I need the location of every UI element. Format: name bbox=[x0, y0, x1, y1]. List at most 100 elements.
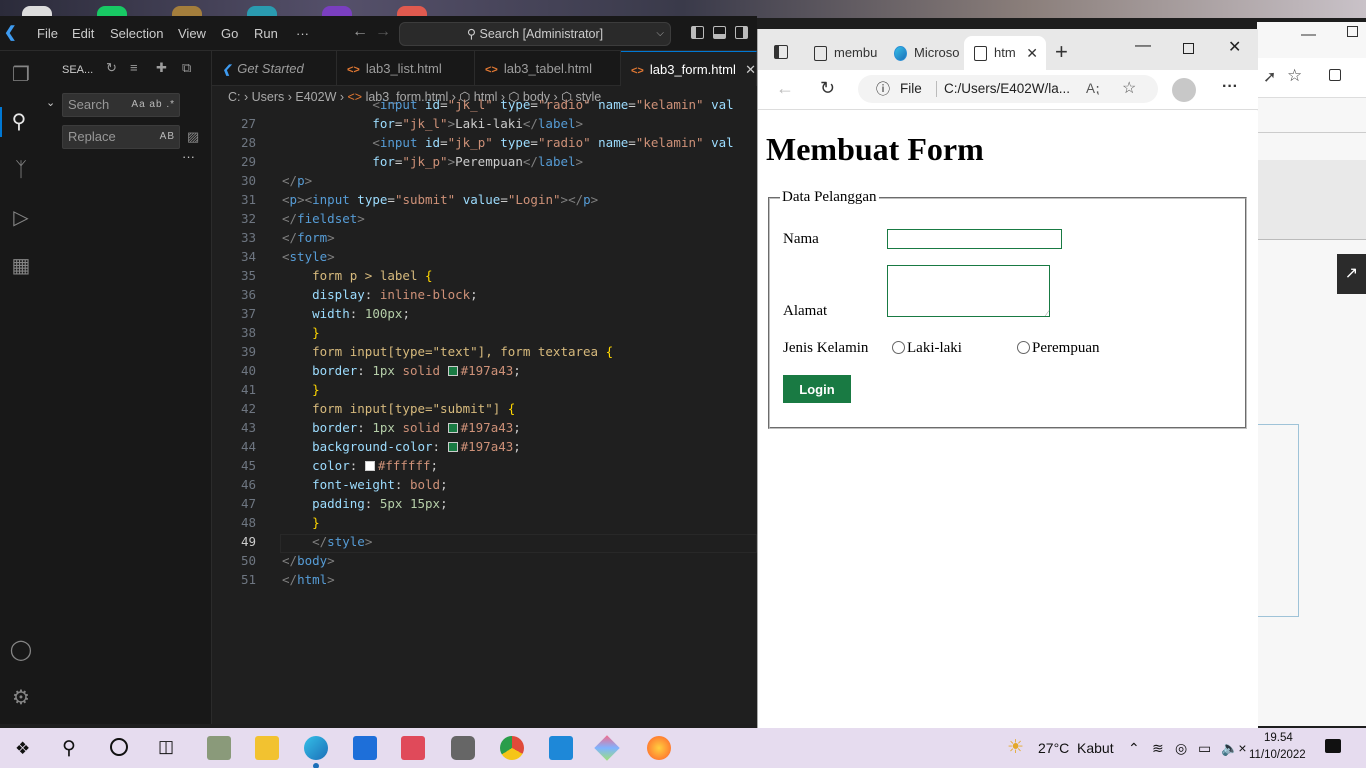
code-line[interactable]: for="jk_l">Laki-laki</label> bbox=[282, 116, 583, 131]
code-line[interactable]: border: 1px solid #197a43; bbox=[282, 420, 521, 435]
breadcrumb-item[interactable]: C: bbox=[228, 90, 241, 104]
favorite-star-icon[interactable]: ☆ bbox=[1287, 66, 1302, 86]
code-line[interactable]: form p > label { bbox=[282, 268, 432, 283]
code-line[interactable]: for="jk_p">Perempuan</label> bbox=[282, 154, 583, 169]
windows-start-icon[interactable]: ❖ bbox=[15, 739, 30, 759]
code-line[interactable]: } bbox=[282, 382, 320, 397]
replace-all-icon[interactable]: ▨ bbox=[187, 129, 199, 145]
login-button[interactable]: Login bbox=[783, 375, 851, 403]
more-menu-icon[interactable]: ··· bbox=[1222, 78, 1238, 96]
notification-icon[interactable] bbox=[1325, 739, 1341, 753]
code-line[interactable]: width: 100px; bbox=[282, 306, 410, 321]
code-line[interactable]: color: #ffffff; bbox=[282, 458, 438, 473]
new-search-editor-icon[interactable]: ✚ bbox=[156, 60, 167, 76]
code-line[interactable]: </body> bbox=[282, 553, 335, 568]
search-input[interactable]: Search Aa ab .* bbox=[62, 93, 180, 117]
code-line[interactable]: <p><input type="submit" value="Login"></… bbox=[282, 192, 598, 207]
code-line[interactable]: </style> bbox=[282, 534, 372, 549]
toggle-secondary-sidebar-icon[interactable] bbox=[735, 26, 748, 39]
code-line[interactable]: padding: 5px 15px; bbox=[282, 496, 448, 511]
browser-tab-microsoft[interactable]: Microso bbox=[884, 36, 962, 70]
settings-gear-icon[interactable]: ⚙ bbox=[6, 683, 36, 713]
tab-actions-icon[interactable] bbox=[774, 45, 788, 59]
code-editor[interactable]: <input id="jk_l" type="radio" name="kela… bbox=[212, 97, 757, 724]
wifi-icon[interactable]: ≋ bbox=[1152, 740, 1164, 757]
menu-more[interactable]: ··· bbox=[296, 26, 309, 42]
extensions-icon[interactable]: ▦ bbox=[6, 251, 36, 281]
code-line[interactable]: } bbox=[282, 325, 320, 340]
edge-icon[interactable] bbox=[304, 736, 328, 760]
maximize-icon[interactable] bbox=[1183, 43, 1194, 54]
account-icon[interactable]: ◯ bbox=[6, 635, 36, 665]
label-perempuan[interactable]: Perempuan bbox=[1032, 340, 1099, 357]
chevron-up-icon[interactable]: ⌃ bbox=[1128, 740, 1140, 757]
command-center[interactable]: ⚲ Search [Administrator] ⌵ bbox=[399, 22, 671, 46]
code-line[interactable]: border: 1px solid #197a43; bbox=[282, 363, 521, 378]
code-line[interactable]: </html> bbox=[282, 572, 335, 587]
menu-selection[interactable]: Selection bbox=[110, 26, 163, 42]
toggle-replace-chevron-icon[interactable]: ⌄ bbox=[46, 96, 55, 109]
firefox-icon[interactable] bbox=[647, 736, 671, 760]
split-screen-icon[interactable] bbox=[1329, 69, 1341, 81]
code-line[interactable]: </fieldset> bbox=[282, 211, 365, 226]
read-aloud-icon[interactable]: A⁏ bbox=[1086, 75, 1100, 103]
task-view-icon[interactable]: ◫ bbox=[158, 737, 174, 757]
code-line[interactable]: form input[type="text"], form textarea { bbox=[282, 344, 613, 359]
search-icon[interactable]: ⚲ bbox=[0, 107, 36, 137]
clear-results-icon[interactable]: ≡ bbox=[130, 60, 138, 75]
breadcrumb-item[interactable]: Users bbox=[252, 90, 285, 104]
new-tab-icon[interactable]: + bbox=[1055, 39, 1068, 65]
code-line[interactable]: display: inline-block; bbox=[282, 287, 478, 302]
search-icon[interactable]: ⚲ bbox=[62, 737, 76, 760]
code-line[interactable]: background-color: #197a43; bbox=[282, 439, 521, 454]
code-line[interactable]: </p> bbox=[282, 173, 312, 188]
store-icon[interactable] bbox=[353, 736, 377, 760]
volume-icon[interactable]: 🔈× bbox=[1221, 740, 1247, 757]
close-tab-icon[interactable]: ✕ bbox=[745, 52, 756, 87]
info-icon[interactable]: ⓘ bbox=[876, 75, 890, 103]
menu-run[interactable]: Run bbox=[254, 26, 278, 42]
radio-perempuan[interactable] bbox=[1017, 341, 1030, 354]
preserve-case-option[interactable]: AB bbox=[160, 126, 175, 148]
toggle-sidebar-icon[interactable] bbox=[691, 26, 704, 39]
refresh-icon[interactable]: ↻ bbox=[820, 78, 835, 99]
camera-icon[interactable] bbox=[451, 736, 475, 760]
clock-time[interactable]: 19.54 bbox=[1264, 732, 1293, 744]
open-external-icon[interactable]: ↗ bbox=[1337, 254, 1366, 294]
code-line[interactable]: font-weight: bold; bbox=[282, 477, 448, 492]
battery-icon[interactable]: ▭ bbox=[1198, 740, 1211, 757]
share-icon[interactable]: ➚ bbox=[1263, 67, 1276, 87]
browser-tab-html[interactable]: htm ✕ bbox=[964, 36, 1046, 70]
explorer-icon[interactable]: ❐ bbox=[6, 60, 36, 90]
weather-icon[interactable]: ☀ bbox=[1007, 736, 1024, 759]
radio-laki-laki[interactable] bbox=[892, 341, 905, 354]
file-explorer-icon[interactable] bbox=[255, 736, 279, 760]
webcam-icon[interactable]: ◎ bbox=[1175, 740, 1187, 757]
code-line[interactable]: </form> bbox=[282, 230, 335, 245]
resize-handle-icon[interactable]: ∕ bbox=[1046, 308, 1048, 318]
url-field[interactable]: ⓘ File C:/Users/E402W/la... A⁏ ☆ bbox=[858, 75, 1158, 103]
code-line[interactable]: form input[type="submit"] { bbox=[282, 401, 515, 416]
back-arrow-icon[interactable]: ← bbox=[776, 78, 794, 99]
toggle-panel-icon[interactable] bbox=[713, 26, 726, 39]
forward-arrow-icon[interactable]: → bbox=[375, 23, 391, 41]
maximize-icon[interactable] bbox=[1347, 26, 1358, 37]
tab-lab3-form[interactable]: <> lab3_form.html ✕ bbox=[621, 51, 757, 86]
back-arrow-icon[interactable]: ← bbox=[352, 23, 368, 41]
browser-tab-membu[interactable]: membu bbox=[804, 36, 882, 70]
vscode-icon[interactable] bbox=[549, 736, 573, 760]
code-line[interactable]: <input id="jk_p" type="radio" name="kela… bbox=[282, 135, 733, 150]
nama-input[interactable] bbox=[887, 229, 1062, 249]
profile-avatar-icon[interactable] bbox=[1172, 78, 1196, 102]
replace-input[interactable]: Replace AB bbox=[62, 125, 180, 149]
cortana-icon[interactable] bbox=[110, 738, 128, 756]
tab-lab3-tabel[interactable]: <> lab3_tabel.html bbox=[475, 51, 621, 86]
menu-go[interactable]: Go bbox=[221, 26, 238, 42]
minimize-icon[interactable]: — bbox=[1301, 26, 1316, 43]
close-tab-icon[interactable]: ✕ bbox=[1026, 36, 1038, 70]
menu-file[interactable]: File bbox=[37, 26, 58, 42]
add-favorite-icon[interactable]: ☆ bbox=[1122, 75, 1136, 103]
weather-temp[interactable]: 27°C bbox=[1038, 740, 1069, 756]
close-window-icon[interactable]: ✕ bbox=[1228, 37, 1241, 57]
gift-app-icon[interactable] bbox=[401, 736, 425, 760]
